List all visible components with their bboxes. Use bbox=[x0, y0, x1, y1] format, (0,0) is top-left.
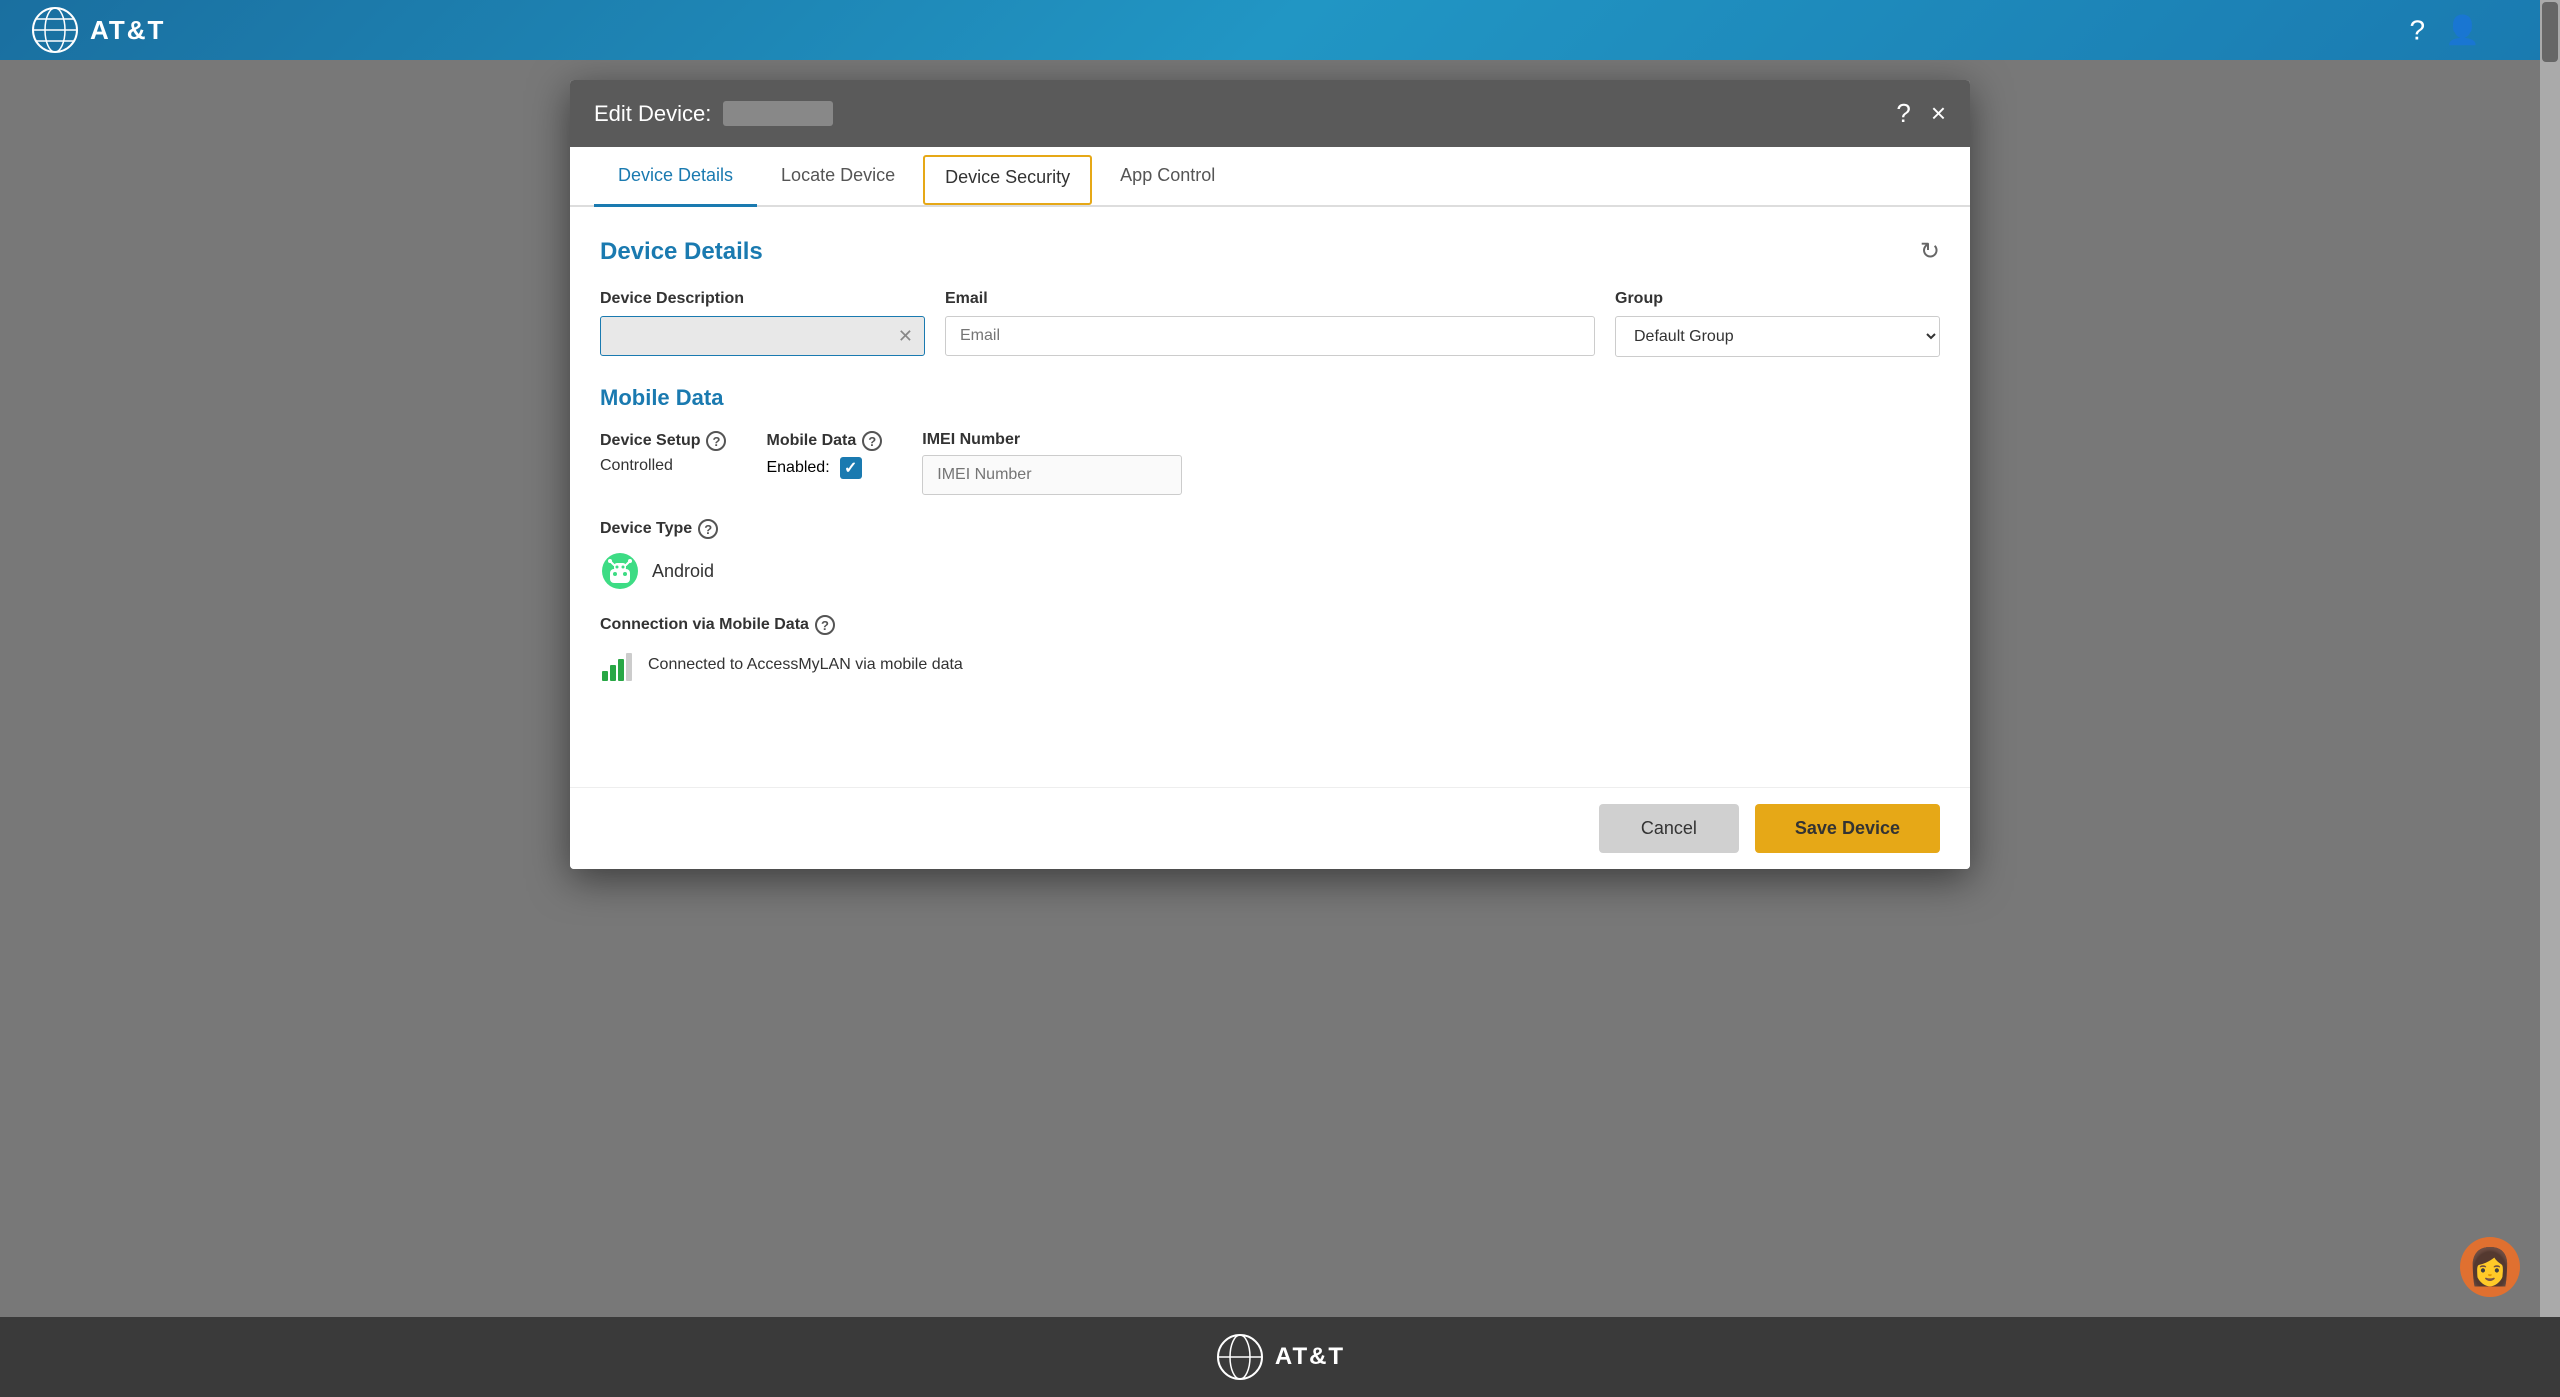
mobile-data-title: Mobile Data bbox=[600, 385, 1940, 411]
mobile-data-checkbox[interactable] bbox=[840, 457, 862, 479]
imei-group: IMEI Number bbox=[922, 431, 1182, 495]
mobile-data-help-icon[interactable]: ? bbox=[862, 431, 882, 451]
device-description-group: Device Description ✕ bbox=[600, 290, 925, 356]
att-logo-bottom: AT&T bbox=[1215, 1332, 1345, 1382]
refresh-icon[interactable]: ↻ bbox=[1920, 237, 1940, 266]
top-bar: AT&T ? 👤 bbox=[0, 0, 2560, 60]
device-description-label: Device Description bbox=[600, 290, 925, 308]
modal-header-icons: ? × bbox=[1896, 98, 1946, 129]
group-group: Group Default Group Group A Group B bbox=[1615, 290, 1940, 357]
device-type-help-icon[interactable]: ? bbox=[698, 519, 718, 539]
avatar-icon: 👩 bbox=[2468, 1246, 2513, 1288]
android-icon bbox=[600, 551, 640, 591]
imei-label: IMEI Number bbox=[922, 431, 1182, 449]
device-setup-value: Controlled bbox=[600, 457, 726, 475]
group-select[interactable]: Default Group Group A Group B bbox=[1615, 316, 1940, 357]
device-type-label: Device Type ? bbox=[600, 519, 1940, 539]
tab-bar: Device Details Locate Device Device Secu… bbox=[570, 147, 1970, 207]
section-title: Device Details bbox=[600, 238, 763, 266]
app-background: Edit Device: ? × Device Details Locate D… bbox=[0, 60, 2540, 1317]
mobile-data-enabled-group: Mobile Data ? Enabled: bbox=[766, 431, 882, 479]
signal-bars-icon bbox=[600, 647, 636, 683]
att-logo: AT&T bbox=[30, 5, 165, 55]
device-details-header: Device Details ↻ bbox=[600, 237, 1940, 266]
modal-title: Edit Device: bbox=[594, 101, 833, 127]
connection-status: Connected to AccessMyLAN via mobile data bbox=[648, 656, 963, 674]
edit-device-modal: Edit Device: ? × Device Details Locate D… bbox=[570, 80, 1970, 869]
device-type-value: Android bbox=[652, 561, 714, 582]
device-type-section: Device Type ? bbox=[600, 519, 1940, 591]
mobile-data-enabled-label: Enabled: bbox=[766, 459, 829, 477]
att-logo-text: AT&T bbox=[90, 15, 165, 46]
tab-device-details[interactable]: Device Details bbox=[594, 147, 757, 207]
email-label: Email bbox=[945, 290, 1595, 308]
mobile-data-section: Mobile Data Device Setup ? Controlled bbox=[600, 385, 1940, 495]
avatar-button[interactable]: 👩 bbox=[2460, 1237, 2520, 1297]
device-setup-group: Device Setup ? Controlled bbox=[600, 431, 726, 475]
save-device-button[interactable]: Save Device bbox=[1755, 804, 1940, 853]
device-description-input[interactable] bbox=[600, 316, 925, 356]
user-icon[interactable]: 👤 bbox=[2445, 14, 2480, 47]
tab-app-control[interactable]: App Control bbox=[1096, 147, 1239, 207]
modal-title-text: Edit Device: bbox=[594, 101, 711, 127]
cancel-button[interactable]: Cancel bbox=[1599, 804, 1739, 853]
help-icon[interactable]: ? bbox=[2410, 14, 2426, 46]
connection-item: Connected to AccessMyLAN via mobile data bbox=[600, 647, 1940, 683]
att-logo-bottom-text: AT&T bbox=[1275, 1343, 1345, 1371]
modal-footer: Cancel Save Device bbox=[570, 787, 1970, 869]
imei-input[interactable] bbox=[922, 455, 1182, 495]
connection-help-icon[interactable]: ? bbox=[815, 615, 835, 635]
tab-locate-device[interactable]: Locate Device bbox=[757, 147, 919, 207]
email-input[interactable] bbox=[945, 316, 1595, 356]
modal-content: Device Details ↻ Device Description ✕ Em… bbox=[570, 207, 1970, 787]
page-scrollbar[interactable] bbox=[2540, 0, 2560, 1397]
att-globe-icon bbox=[30, 5, 80, 55]
modal-close-icon[interactable]: × bbox=[1931, 98, 1946, 129]
scrollbar-thumb bbox=[2542, 2, 2558, 62]
att-globe-bottom-icon bbox=[1215, 1332, 1265, 1382]
top-bar-icons: ? 👤 bbox=[2410, 14, 2480, 47]
mobile-data-checkbox-wrapper: Enabled: bbox=[766, 457, 882, 479]
modal-help-icon[interactable]: ? bbox=[1896, 98, 1910, 129]
mobile-data-label: Mobile Data ? bbox=[766, 431, 882, 451]
mobile-data-info-row: Device Setup ? Controlled Mobile Data ? bbox=[600, 431, 1940, 495]
connection-section: Connection via Mobile Data ? Connected t… bbox=[600, 615, 1940, 683]
clear-description-button[interactable]: ✕ bbox=[898, 326, 913, 347]
form-row-main: Device Description ✕ Email Group Defa bbox=[600, 290, 1940, 357]
email-group: Email bbox=[945, 290, 1595, 356]
modal-header: Edit Device: ? × bbox=[570, 80, 1970, 147]
modal-title-device-value bbox=[723, 101, 833, 126]
device-description-input-wrapper: ✕ bbox=[600, 316, 925, 356]
group-label: Group bbox=[1615, 290, 1940, 308]
bottom-bar: AT&T bbox=[0, 1317, 2560, 1397]
device-setup-label: Device Setup ? bbox=[600, 431, 726, 451]
modal-overlay: Edit Device: ? × Device Details Locate D… bbox=[0, 60, 2540, 1317]
connection-label: Connection via Mobile Data ? bbox=[600, 615, 1940, 635]
tab-device-security[interactable]: Device Security bbox=[923, 155, 1092, 205]
device-setup-help-icon[interactable]: ? bbox=[706, 431, 726, 451]
device-type-item: Android bbox=[600, 551, 1940, 591]
